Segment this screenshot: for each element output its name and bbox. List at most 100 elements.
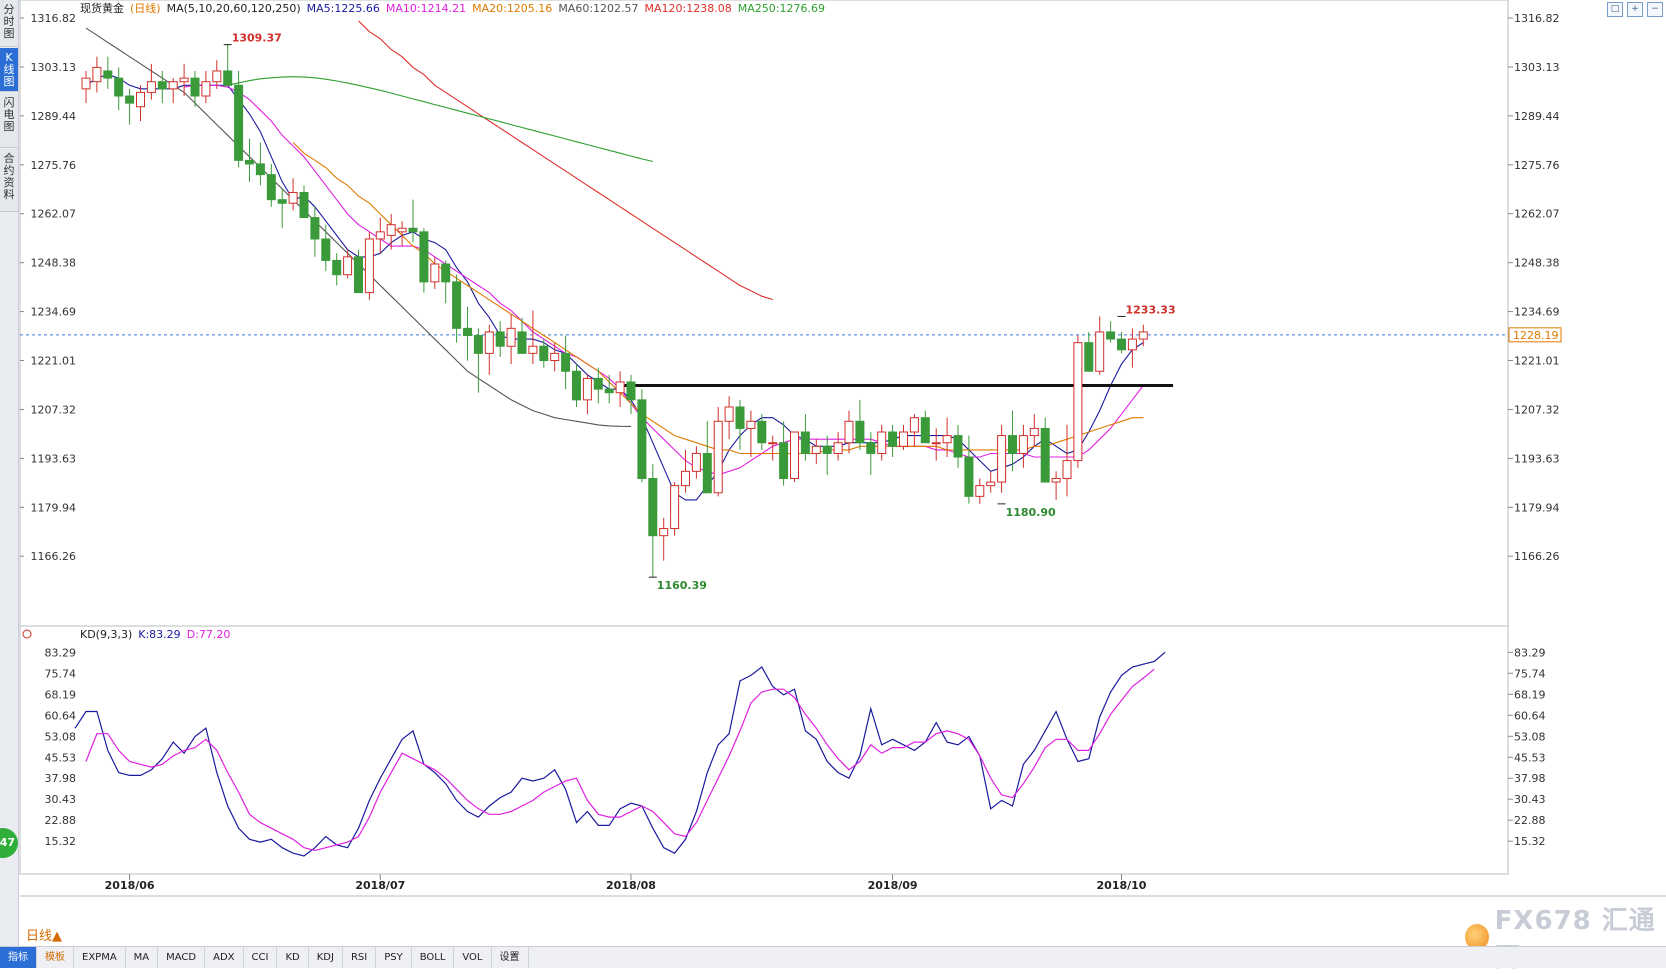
y-tick-label-right: 1316.82 [1514, 12, 1560, 25]
indicator-tab-2[interactable]: EXPMA [74, 947, 126, 968]
indicator-tab-0[interactable]: 指标 [0, 947, 37, 968]
chart-canvas[interactable]: 1316.82 1316.82 1303.13 1303.13 1289.44 1289.… [0, 0, 1666, 967]
y-tick-label-right: 1166.26 [1514, 550, 1560, 563]
kd-y-tick-label-left: 22.88 [45, 814, 77, 827]
kd-y-tick-label-right: 37.98 [1514, 772, 1546, 785]
kd-legend-entry: K:83.29 [138, 628, 180, 641]
candle-body [419, 231, 429, 283]
candle-body [125, 95, 135, 104]
main-panel-frame [19, 0, 1509, 627]
indicator-tab-8[interactable]: KDJ [309, 947, 343, 968]
kd-y-tick-label-right: 60.64 [1514, 709, 1546, 722]
period-selector[interactable]: 日线▲ [26, 925, 62, 944]
candle-body [768, 442, 778, 445]
candle-body [179, 77, 189, 83]
extreme-label: 1233.33 [1126, 303, 1176, 316]
candle-body [1008, 435, 1017, 454]
y-tick-label-right: 1207.32 [1514, 403, 1560, 416]
legend-entry: MA20:1205.16 [472, 2, 552, 15]
candle-body [114, 77, 124, 97]
candle-body [397, 227, 407, 233]
kd-y-tick-label-right: 75.74 [1514, 667, 1546, 680]
indicator-tab-9[interactable]: RSI [343, 947, 377, 968]
left-tab-2[interactable]: 闪电图 [0, 93, 18, 148]
kd-legend-entry: D:77.20 [187, 628, 231, 641]
indicator-tab-bar: 指标 模板 EXPMA MA MACD ADX CCI KD KDJ RSI PSY BOLL VOL 设… [0, 946, 1666, 968]
y-tick-label-right: 1303.13 [1514, 61, 1560, 74]
left-tab-1[interactable]: K线图 [0, 48, 18, 92]
candle-body [441, 263, 451, 283]
candle-body [659, 528, 669, 537]
indicator-tab-1[interactable]: 模板 [37, 947, 74, 968]
candle-body [223, 70, 233, 86]
y-tick-label-left: 1248.38 [31, 257, 77, 270]
candle-body [920, 417, 930, 444]
candle-body [844, 420, 854, 444]
candle-body [681, 470, 690, 487]
kd-legend-entry: KD(9,3,3) [80, 628, 132, 641]
y-tick-label-left: 1193.63 [31, 452, 77, 465]
candle-body [855, 420, 865, 444]
kd-y-tick-label-right: 53.08 [1514, 730, 1546, 743]
zoom-in-icon[interactable]: + [1627, 2, 1643, 17]
candle-body [364, 238, 374, 294]
candle-body [1127, 338, 1137, 351]
candle-body [833, 442, 843, 454]
candle-body [517, 331, 527, 354]
indicator-tab-3[interactable]: MA [126, 947, 159, 968]
kd-y-tick-label-left: 60.64 [45, 709, 77, 722]
candle-body [800, 431, 810, 454]
candle-body [463, 327, 472, 336]
candle-body [953, 435, 963, 458]
candle-body [648, 477, 658, 537]
legend-entry: MA60:1202.57 [558, 2, 638, 15]
candle-body [299, 192, 309, 219]
zoom-out-icon[interactable]: − [1647, 2, 1663, 17]
indicator-tab-10[interactable]: PSY [376, 947, 412, 968]
x-tick-label: 2018/06 [105, 879, 155, 892]
candle-body [1095, 331, 1105, 372]
candle-body [310, 217, 320, 240]
indicator-tab-7[interactable]: KD [277, 947, 309, 968]
candle-body [1106, 331, 1116, 340]
ma-line-ma10 [184, 84, 1144, 476]
y-tick-label-right: 1275.76 [1514, 159, 1560, 172]
y-tick-label-left: 1166.26 [31, 550, 77, 563]
candle-body [539, 345, 549, 362]
indicator-tab-13[interactable]: 设置 [492, 947, 529, 968]
legend-entry: (日线) [130, 1, 161, 15]
candle-body [1117, 338, 1126, 351]
y-tick-label-right: 1193.63 [1514, 452, 1560, 465]
candle-body [1040, 427, 1050, 483]
legend-entry: 现货黄金 [80, 1, 124, 15]
candle-body [713, 420, 723, 494]
candle-body [746, 420, 756, 429]
candle-body [931, 442, 941, 445]
candle-body [811, 445, 821, 454]
left-tab-0[interactable]: 分时图 [0, 0, 18, 47]
candle-body [615, 381, 625, 394]
kd-y-tick-label-left: 83.29 [45, 646, 77, 659]
candle-body [136, 91, 145, 108]
indicator-tab-6[interactable]: CCI [244, 947, 278, 968]
candle-body [212, 70, 222, 83]
candle-body [550, 352, 560, 362]
ma-line-ma5 [85, 74, 1144, 501]
left-tab-3[interactable]: 合约资料 [0, 149, 18, 212]
kd-panel-frame [19, 625, 1509, 875]
y-tick-label-left: 1316.82 [31, 12, 77, 25]
legend-entry: MA120:1238.08 [645, 2, 732, 15]
restore-icon[interactable]: □ [1607, 2, 1623, 17]
indicator-tab-11[interactable]: BOLL [412, 947, 455, 968]
candle-body [146, 81, 156, 93]
candle-body [506, 327, 516, 347]
kd-line-k [74, 651, 1166, 857]
candle-body [1018, 435, 1028, 454]
candle-body [975, 485, 985, 497]
indicator-tab-5[interactable]: ADX [205, 947, 244, 968]
candle-body [81, 77, 91, 90]
kd-y-tick-label-right: 15.32 [1514, 835, 1546, 848]
indicator-tab-12[interactable]: VOL [454, 947, 492, 968]
indicator-tab-4[interactable]: MACD [158, 947, 206, 968]
kd-y-tick-label-left: 37.98 [45, 772, 77, 785]
